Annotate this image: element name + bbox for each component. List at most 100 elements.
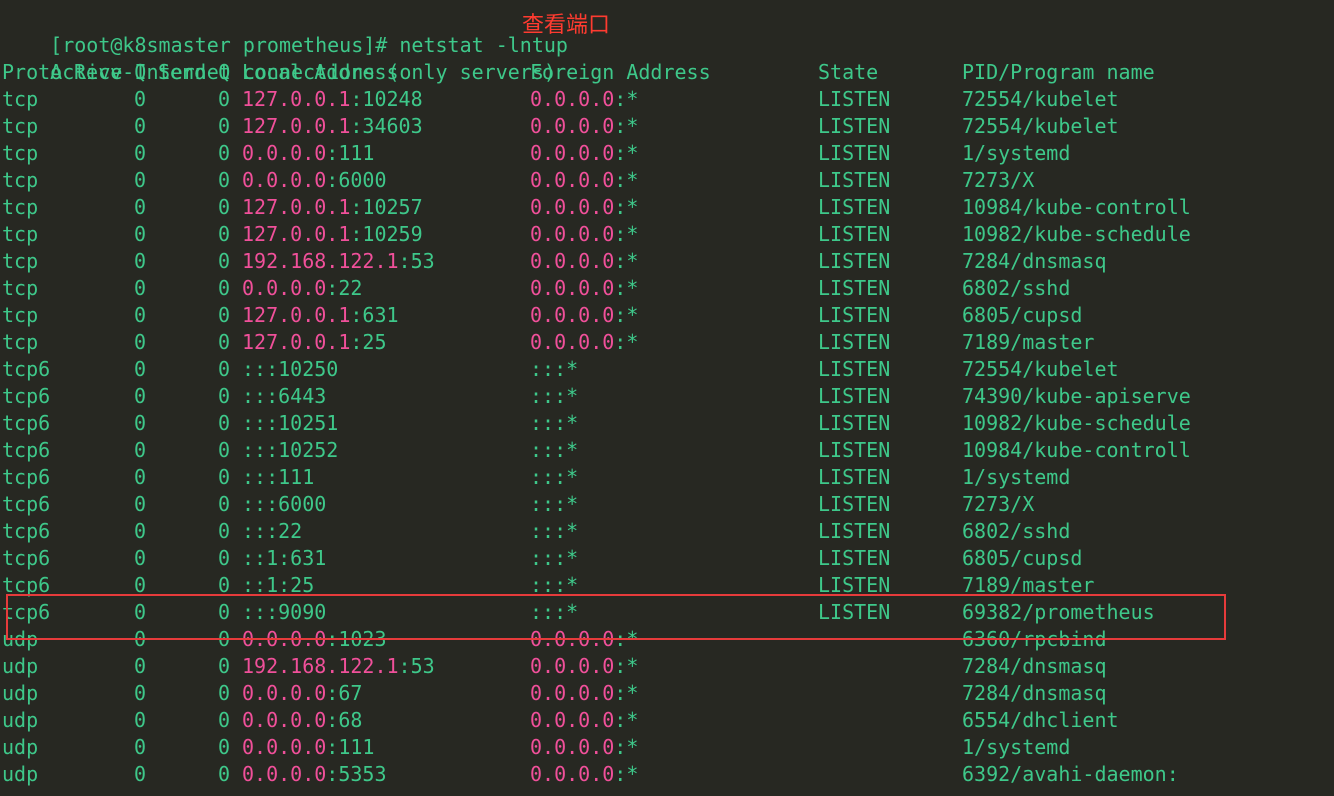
table-row: tcp6 0 0:::10250:::* LISTEN 72554/kubelet [2,356,1332,383]
cell-send-q: 0 [218,627,231,651]
cell-send-q: 0 [218,195,231,219]
foreign-ip: 0.0.0.0 [530,708,615,732]
cell-foreign-address: 0.0.0.0:* [530,86,638,113]
cell-proto: tcp6 [2,384,51,408]
cell-proto: tcp6 [2,357,51,381]
cell-local-address: 127.0.0.1:10259 [242,221,423,248]
foreign-port: :::* [530,600,579,624]
cell-send-q: 0 [218,303,231,327]
cell-pid-program: 10982/kube-schedule [962,222,1191,246]
cell-foreign-address: 0.0.0.0:* [530,653,638,680]
cell-local-address: 0.0.0.0:111 [242,734,374,761]
foreign-port: :* [614,87,639,111]
foreign-port: :* [614,276,639,300]
cell-proto: tcp [2,87,39,111]
foreign-port: :::* [530,519,579,543]
cell-state: LISTEN [818,438,891,462]
cell-recv-q: 0 [134,330,147,354]
foreign-port: :::* [530,465,579,489]
table-row: tcp6 0 0::1:25:::* LISTEN 7189/master [2,572,1332,599]
cell-local-address: 127.0.0.1:10257 [242,194,423,221]
cell-local-address: :::22 [242,518,302,545]
local-ip: 0.0.0.0 [242,168,327,192]
table-row: tcp6 0 0:::22:::* LISTEN 6802/sshd [2,518,1332,545]
cell-proto: tcp [2,114,39,138]
cell-recv-q: 0 [134,168,147,192]
cell-foreign-address: 0.0.0.0:* [530,113,638,140]
cell-recv-q: 0 [134,222,147,246]
cell-send-q: 0 [218,249,231,273]
cell-state: LISTEN [818,546,891,570]
table-row: tcp6 0 0:::10252:::* LISTEN 10984/kube-contr… [2,437,1332,464]
foreign-ip: 0.0.0.0 [530,249,615,273]
foreign-port: :* [614,627,639,651]
local-ip: 127.0.0.1 [242,195,351,219]
local-ip: 0.0.0.0 [242,276,327,300]
cell-proto: tcp6 [2,438,51,462]
cell-recv-q: 0 [134,411,147,435]
cell-send-q: 0 [218,600,231,624]
cell-state: LISTEN [818,519,891,543]
cell-send-q: 0 [218,654,231,678]
foreign-port: :* [614,249,639,273]
local-port: :68 [326,708,363,732]
cell-proto: tcp6 [2,411,51,435]
cell-pid-program: 7189/master [962,330,1095,354]
cell-proto: tcp6 [2,600,51,624]
local-port: :111 [326,735,375,759]
foreign-port: :::* [530,411,579,435]
cell-foreign-address: 0.0.0.0:* [530,626,638,653]
cell-foreign-address: :::* [530,599,578,626]
table-row: udp 0 0 0.0.0.0:5353 0.0.0.0:* 6392/avahi-dae… [2,761,1332,788]
cell-pid-program: 7284/dnsmasq [962,249,1107,273]
cell-pid-program: 74390/kube-apiserve [962,384,1191,408]
cell-recv-q: 0 [134,87,147,111]
local-port: :::6000 [242,492,327,516]
cell-recv-q: 0 [134,519,147,543]
cell-foreign-address: :::* [530,464,578,491]
cell-foreign-address: :::* [530,410,578,437]
cell-recv-q: 0 [134,735,147,759]
cell-local-address: 0.0.0.0:1023 [242,626,387,653]
foreign-port: :::* [530,384,579,408]
cell-foreign-address: 0.0.0.0:* [530,167,638,194]
foreign-ip: 0.0.0.0 [530,627,615,651]
cell-local-address: ::1:25 [242,572,314,599]
local-port: :::10251 [242,411,339,435]
cell-proto: tcp [2,168,39,192]
cell-proto: tcp [2,303,39,327]
cell-foreign-address: 0.0.0.0:* [530,761,638,788]
cell-foreign-address: 0.0.0.0:* [530,221,638,248]
cell-send-q: 0 [218,519,231,543]
cell-pid-program: 1/systemd [962,465,1071,489]
cell-recv-q: 0 [134,303,147,327]
foreign-ip: 0.0.0.0 [530,654,615,678]
local-ip: 127.0.0.1 [242,87,351,111]
cell-send-q: 0 [218,708,231,732]
cell-local-address: 127.0.0.1:25 [242,329,387,356]
foreign-ip: 0.0.0.0 [530,276,615,300]
local-ip: 127.0.0.1 [242,303,351,327]
cell-state: LISTEN [818,411,891,435]
cell-recv-q: 0 [134,492,147,516]
local-port: :5353 [326,762,387,786]
cell-send-q: 0 [218,681,231,705]
table-row: tcp6 0 0:::9090:::* LISTEN 69382/prometheus [2,599,1332,626]
cell-send-q: 0 [218,357,231,381]
header-pid: PID/Program name [962,60,1155,84]
terminal-window[interactable]: [root@k8smaster prometheus]# netstat -ln… [0,0,1334,796]
cell-proto: tcp6 [2,519,51,543]
local-port: :53 [398,654,435,678]
cell-foreign-address: :::* [530,491,578,518]
cell-send-q: 0 [218,438,231,462]
cell-pid-program: 69382/prometheus [962,600,1155,624]
header-foreign: Foreign Address [530,60,711,84]
foreign-port: :* [614,195,639,219]
cell-local-address: :::6000 [242,491,326,518]
foreign-ip: 0.0.0.0 [530,195,615,219]
cell-pid-program: 6360/rpcbind [962,627,1107,651]
foreign-port: :* [614,762,639,786]
table-row: udp 0 0 0.0.0.0:111 0.0.0.0:* 1/systemd [2,734,1332,761]
cell-foreign-address: :::* [530,572,578,599]
cell-state: LISTEN [818,384,891,408]
